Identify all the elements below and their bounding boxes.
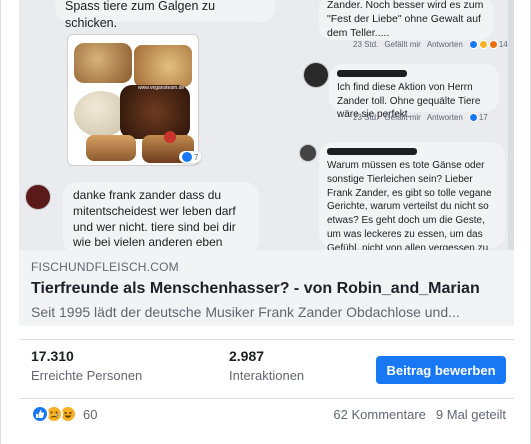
- link-title[interactable]: Tierfreunde als Menschenhasser? - von Ro…: [31, 280, 502, 298]
- divider: [19, 339, 514, 340]
- like-icon: [468, 113, 478, 122]
- reach-value: 17.310: [31, 348, 74, 364]
- preview-right-column: Zander. Noch besser wird es zum "Fest de…: [299, 0, 514, 250]
- roast-icon: [120, 85, 190, 139]
- shares-count-link[interactable]: 9 Mal geteilt: [436, 407, 506, 422]
- boost-post-button[interactable]: Beitrag bewerben: [376, 356, 506, 384]
- link-preview-image[interactable]: Spass tiere zum Galgen zu schicken. www.…: [19, 0, 514, 250]
- comment-text: Zander. Noch besser wird es zum "Fest de…: [327, 0, 484, 40]
- reaction-count: 60: [83, 406, 98, 422]
- interactions-stat: 2.987 Interaktionen: [229, 348, 304, 383]
- comment-text: Warum müssen es tote Gänse oder sonstige…: [327, 160, 492, 250]
- comments-count-link[interactable]: 62 Kommentare: [333, 407, 426, 422]
- angry-icon: [488, 40, 498, 49]
- comment-bubble: Zander. Noch besser wird es zum "Fest de…: [319, 0, 493, 40]
- redacted-author: [327, 148, 417, 155]
- redacted-author: [337, 70, 407, 77]
- comment-text: danke frank zander dass du mitentscheide…: [73, 188, 236, 250]
- photo-watermark: www.vegansteam.de: [138, 85, 185, 91]
- food-item-icon: [134, 45, 192, 87]
- comment-bubble: Ich find diese Aktion von Herrn Zander t…: [329, 64, 499, 120]
- comment-time: 23 Std.: [353, 113, 379, 122]
- link-info[interactable]: FISCHUNDFLEISCH.COM Tierfreunde als Mens…: [19, 250, 514, 326]
- mini-reactions: 17: [468, 113, 488, 122]
- like-icon: [182, 152, 192, 162]
- haha-icon: [478, 40, 488, 49]
- comment-like-link: Gefällt mir: [384, 40, 421, 49]
- food-photo: www.vegansteam.de: [67, 34, 199, 166]
- link-domain: FISCHUNDFLEISCH.COM: [31, 260, 179, 274]
- comment-bubble: danke frank zander dass du mitentscheide…: [63, 182, 259, 250]
- mini-reactions: 14: [468, 40, 508, 49]
- garnish-icon: [164, 131, 176, 143]
- engagement-summary: 62 Kommentare 9 Mal geteilt: [333, 407, 506, 422]
- reach-stat: 17.310 Erreichte Personen: [31, 348, 142, 383]
- photo-like-count: 7: [179, 151, 202, 163]
- avatar: [25, 184, 51, 210]
- interactions-value: 2.987: [229, 348, 265, 364]
- food-item-icon: [74, 43, 132, 83]
- comment-like-link: Gefällt mir: [384, 113, 421, 122]
- reach-label: Erreichte Personen: [31, 368, 143, 383]
- like-icon: [31, 405, 49, 423]
- preview-edge: [508, 0, 514, 250]
- photo-like-number: 7: [194, 152, 199, 162]
- reactions-summary[interactable]: 60: [31, 405, 97, 423]
- interactions-label: Interaktionen: [229, 368, 305, 383]
- post-card: Spass tiere zum Galgen zu schicken. www.…: [0, 0, 531, 444]
- link-description: Seit 1995 lädt der deutsche Musiker Fran…: [31, 304, 460, 320]
- comment-meta: 23 Std. Gefällt mir Antworten 17: [353, 113, 488, 122]
- comment-time: 23 Std.: [353, 40, 379, 49]
- like-icon: [468, 40, 478, 49]
- comment-reply-link: Antworten: [426, 40, 463, 49]
- avatar: [303, 62, 329, 88]
- mini-reaction-count: 17: [478, 113, 488, 122]
- comment-bubble: Warum müssen es tote Gänse oder sonstige…: [319, 142, 505, 250]
- comment-text: Spass tiere zum Galgen zu schicken.: [65, 0, 216, 30]
- food-item-icon: [86, 135, 136, 161]
- divider: [19, 398, 514, 399]
- mini-reaction-count: 14: [498, 40, 508, 49]
- comment-meta: 23 Std. Gefällt mir Antworten 14: [353, 40, 508, 49]
- avatar: [299, 144, 317, 162]
- comment-reply-link: Antworten: [426, 113, 463, 122]
- preview-left-column: Spass tiere zum Galgen zu schicken. www.…: [19, 0, 294, 250]
- comment-bubble: Spass tiere zum Galgen zu schicken.: [55, 0, 275, 30]
